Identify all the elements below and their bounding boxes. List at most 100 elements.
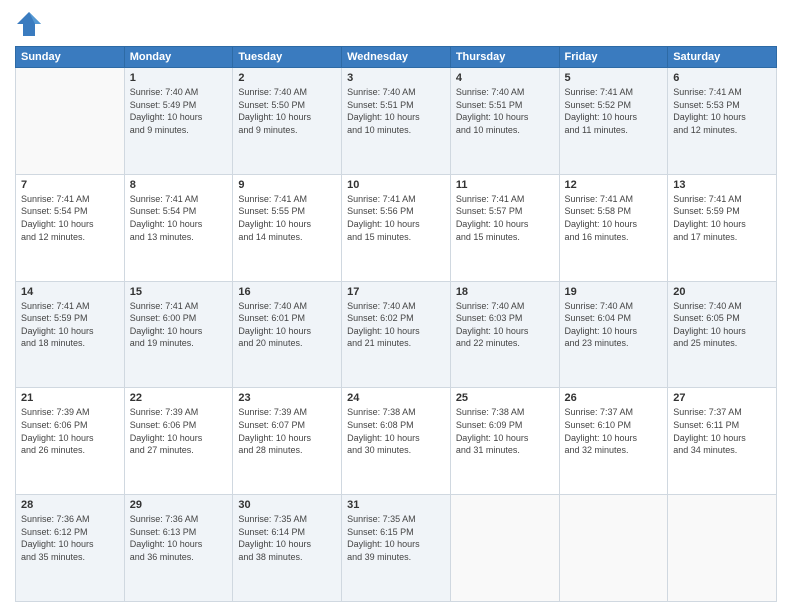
- calendar-cell: 17Sunrise: 7:40 AM Sunset: 6:02 PM Dayli…: [342, 281, 451, 388]
- day-info: Sunrise: 7:40 AM Sunset: 6:02 PM Dayligh…: [347, 300, 445, 350]
- calendar-cell: 21 Sunrise: 7:39 AM Sunset: 6:06 PM Dayli…: [16, 388, 125, 495]
- calendar-cell: 15 Sunrise: 7:41 AM Sunset: 6:00 PM Dayli…: [124, 281, 233, 388]
- day-number: 3: [347, 72, 445, 84]
- day-info: Sunrise: 7:41 AM Sunset: 5:59 PM Dayligh…: [673, 193, 771, 243]
- calendar-table: SundayMondayTuesdayWednesdayThursdayFrid…: [15, 46, 777, 602]
- day-info: Sunrise: 7:41 AM Sunset: 5:58 PM Dayligh…: [565, 193, 663, 243]
- calendar-cell: 8 Sunrise: 7:41 AM Sunset: 5:54 PM Daylig…: [124, 174, 233, 281]
- calendar-cell: 10 Sunrise: 7:41 AM Sunset: 5:56 PM Dayli…: [342, 174, 451, 281]
- week-row-1: 1Sunrise: 7:40 AM Sunset: 5:49 PM Daylig…: [16, 68, 777, 175]
- day-number: 21: [21, 392, 119, 404]
- day-number: 28: [21, 499, 119, 511]
- day-info: Sunrise: 7:41 AM Sunset: 5:54 PM Dayligh…: [130, 193, 228, 243]
- calendar-cell: [450, 495, 559, 602]
- day-number: 5: [565, 72, 663, 84]
- day-number: 6: [673, 72, 771, 84]
- day-info: Sunrise: 7:36 AM Sunset: 6:13 PM Dayligh…: [130, 513, 228, 563]
- day-info: Sunrise: 7:40 AM Sunset: 5:51 PM Dayligh…: [347, 86, 445, 136]
- day-info: Sunrise: 7:40 AM Sunset: 6:03 PM Dayligh…: [456, 300, 554, 350]
- col-header-wednesday: Wednesday: [342, 47, 451, 68]
- calendar-cell: 26 Sunrise: 7:37 AM Sunset: 6:10 PM Dayli…: [559, 388, 668, 495]
- day-info: Sunrise: 7:41 AM Sunset: 5:56 PM Dayligh…: [347, 193, 445, 243]
- week-row-2: 7 Sunrise: 7:41 AM Sunset: 5:54 PM Daylig…: [16, 174, 777, 281]
- day-number: 13: [673, 179, 771, 191]
- day-number: 19: [565, 286, 663, 298]
- day-number: 15: [130, 286, 228, 298]
- header: [15, 10, 777, 38]
- calendar-cell: 2 Sunrise: 7:40 AM Sunset: 5:50 PM Daylig…: [233, 68, 342, 175]
- day-number: 18: [456, 286, 554, 298]
- calendar-cell: 1Sunrise: 7:40 AM Sunset: 5:49 PM Daylig…: [124, 68, 233, 175]
- day-number: 4: [456, 72, 554, 84]
- calendar-cell: 16Sunrise: 7:40 AM Sunset: 6:01 PM Dayli…: [233, 281, 342, 388]
- calendar-cell: 23 Sunrise: 7:39 AM Sunset: 6:07 PM Dayli…: [233, 388, 342, 495]
- day-info: Sunrise: 7:41 AM Sunset: 5:53 PM Dayligh…: [673, 86, 771, 136]
- logo-icon: [15, 10, 43, 38]
- day-number: 27: [673, 392, 771, 404]
- day-info: Sunrise: 7:35 AM Sunset: 6:15 PM Dayligh…: [347, 513, 445, 563]
- day-number: 10: [347, 179, 445, 191]
- day-number: 14: [21, 286, 119, 298]
- calendar-cell: 28 Sunrise: 7:36 AM Sunset: 6:12 PM Dayli…: [16, 495, 125, 602]
- calendar-cell: 5 Sunrise: 7:41 AM Sunset: 5:52 PM Daylig…: [559, 68, 668, 175]
- day-info: Sunrise: 7:41 AM Sunset: 5:59 PM Dayligh…: [21, 300, 119, 350]
- calendar-cell: 20 Sunrise: 7:40 AM Sunset: 6:05 PM Dayli…: [668, 281, 777, 388]
- calendar-cell: [16, 68, 125, 175]
- day-info: Sunrise: 7:35 AM Sunset: 6:14 PM Dayligh…: [238, 513, 336, 563]
- calendar-cell: 31Sunrise: 7:35 AM Sunset: 6:15 PM Dayli…: [342, 495, 451, 602]
- header-row: SundayMondayTuesdayWednesdayThursdayFrid…: [16, 47, 777, 68]
- col-header-thursday: Thursday: [450, 47, 559, 68]
- day-number: 26: [565, 392, 663, 404]
- day-number: 24: [347, 392, 445, 404]
- day-number: 9: [238, 179, 336, 191]
- calendar-cell: 6 Sunrise: 7:41 AM Sunset: 5:53 PM Daylig…: [668, 68, 777, 175]
- calendar-cell: 13 Sunrise: 7:41 AM Sunset: 5:59 PM Dayli…: [668, 174, 777, 281]
- day-info: Sunrise: 7:41 AM Sunset: 5:57 PM Dayligh…: [456, 193, 554, 243]
- col-header-sunday: Sunday: [16, 47, 125, 68]
- day-number: 8: [130, 179, 228, 191]
- day-info: Sunrise: 7:36 AM Sunset: 6:12 PM Dayligh…: [21, 513, 119, 563]
- calendar-cell: [668, 495, 777, 602]
- day-info: Sunrise: 7:39 AM Sunset: 6:07 PM Dayligh…: [238, 406, 336, 456]
- day-info: Sunrise: 7:40 AM Sunset: 6:04 PM Dayligh…: [565, 300, 663, 350]
- logo: [15, 10, 47, 38]
- day-number: 11: [456, 179, 554, 191]
- col-header-saturday: Saturday: [668, 47, 777, 68]
- day-info: Sunrise: 7:38 AM Sunset: 6:09 PM Dayligh…: [456, 406, 554, 456]
- calendar-cell: 7Sunrise: 7:41 AM Sunset: 5:54 PM Daylig…: [16, 174, 125, 281]
- day-info: Sunrise: 7:39 AM Sunset: 6:06 PM Dayligh…: [130, 406, 228, 456]
- day-number: 2: [238, 72, 336, 84]
- day-info: Sunrise: 7:41 AM Sunset: 5:52 PM Dayligh…: [565, 86, 663, 136]
- week-row-5: 28 Sunrise: 7:36 AM Sunset: 6:12 PM Dayli…: [16, 495, 777, 602]
- day-number: 30: [238, 499, 336, 511]
- day-info: Sunrise: 7:40 AM Sunset: 5:50 PM Dayligh…: [238, 86, 336, 136]
- calendar-cell: 22Sunrise: 7:39 AM Sunset: 6:06 PM Dayli…: [124, 388, 233, 495]
- day-info: Sunrise: 7:39 AM Sunset: 6:06 PM Dayligh…: [21, 406, 119, 456]
- day-info: Sunrise: 7:40 AM Sunset: 5:49 PM Dayligh…: [130, 86, 228, 136]
- day-number: 20: [673, 286, 771, 298]
- day-info: Sunrise: 7:37 AM Sunset: 6:11 PM Dayligh…: [673, 406, 771, 456]
- calendar-cell: 24Sunrise: 7:38 AM Sunset: 6:08 PM Dayli…: [342, 388, 451, 495]
- week-row-4: 21 Sunrise: 7:39 AM Sunset: 6:06 PM Dayli…: [16, 388, 777, 495]
- week-row-3: 14 Sunrise: 7:41 AM Sunset: 5:59 PM Dayli…: [16, 281, 777, 388]
- calendar-cell: 29 Sunrise: 7:36 AM Sunset: 6:13 PM Dayli…: [124, 495, 233, 602]
- calendar-cell: 11 Sunrise: 7:41 AM Sunset: 5:57 PM Dayli…: [450, 174, 559, 281]
- day-info: Sunrise: 7:40 AM Sunset: 6:05 PM Dayligh…: [673, 300, 771, 350]
- col-header-monday: Monday: [124, 47, 233, 68]
- calendar-cell: 14 Sunrise: 7:41 AM Sunset: 5:59 PM Dayli…: [16, 281, 125, 388]
- calendar-cell: 27 Sunrise: 7:37 AM Sunset: 6:11 PM Dayli…: [668, 388, 777, 495]
- day-number: 7: [21, 179, 119, 191]
- day-info: Sunrise: 7:37 AM Sunset: 6:10 PM Dayligh…: [565, 406, 663, 456]
- calendar-cell: 9Sunrise: 7:41 AM Sunset: 5:55 PM Daylig…: [233, 174, 342, 281]
- day-number: 23: [238, 392, 336, 404]
- page: SundayMondayTuesdayWednesdayThursdayFrid…: [0, 0, 792, 612]
- day-number: 25: [456, 392, 554, 404]
- calendar-cell: 19 Sunrise: 7:40 AM Sunset: 6:04 PM Dayli…: [559, 281, 668, 388]
- day-number: 29: [130, 499, 228, 511]
- calendar-cell: [559, 495, 668, 602]
- col-header-tuesday: Tuesday: [233, 47, 342, 68]
- calendar-cell: 3 Sunrise: 7:40 AM Sunset: 5:51 PM Daylig…: [342, 68, 451, 175]
- day-info: Sunrise: 7:41 AM Sunset: 6:00 PM Dayligh…: [130, 300, 228, 350]
- day-number: 16: [238, 286, 336, 298]
- calendar-cell: 4Sunrise: 7:40 AM Sunset: 5:51 PM Daylig…: [450, 68, 559, 175]
